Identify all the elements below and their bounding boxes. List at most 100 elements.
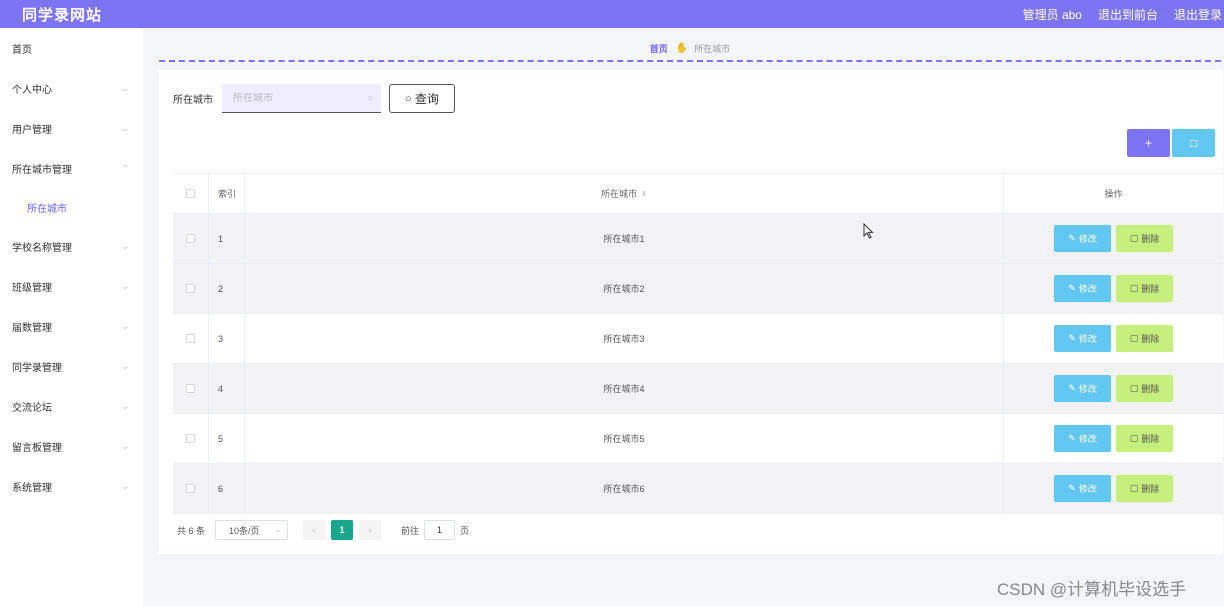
- row-checkbox[interactable]: [186, 484, 195, 493]
- row-actions: ✎ 修改 ▢ 删除: [1004, 414, 1223, 463]
- row-city: 所在城市5: [245, 414, 1004, 463]
- page-number-current[interactable]: 1: [331, 520, 354, 540]
- trash-icon: ▢: [1129, 283, 1139, 293]
- row-checkbox[interactable]: [186, 384, 195, 393]
- row-actions: ✎ 修改 ▢ 删除: [1004, 464, 1223, 513]
- edit-label: 修改: [1078, 384, 1097, 394]
- sort-icon[interactable]: ⇕: [641, 190, 647, 198]
- edit-icon: ✎: [1068, 433, 1076, 443]
- add-button[interactable]: +: [1127, 129, 1170, 157]
- delete-label: 删除: [1141, 484, 1160, 494]
- city-table: 索引 所在城市 ⇕ 操作 1 所在城市1 ✎ 修改 ▢ 删除 2 所在城市2 ✎ 修改…: [173, 173, 1223, 514]
- breadcrumb: 首页 ✋ 所在城市: [159, 36, 1221, 62]
- edit-button[interactable]: ✎ 修改: [1054, 275, 1111, 302]
- delete-label: 删除: [1141, 334, 1160, 344]
- logout-link[interactable]: 退出登录: [1174, 6, 1222, 23]
- sidebar-item-school-management[interactable]: 学校名称管理 ⌄: [0, 226, 143, 266]
- row-checkbox[interactable]: [186, 234, 195, 243]
- select-all-checkbox[interactable]: [186, 189, 195, 198]
- chevron-up-icon: ⌃: [120, 163, 132, 173]
- sidebar-item-personal-center[interactable]: 个人中心 ⌄: [0, 68, 143, 108]
- sidebar-item-classmates-management[interactable]: 同学录管理 ⌄: [0, 346, 143, 386]
- table-row: 2 所在城市2 ✎ 修改 ▢ 删除: [173, 264, 1223, 314]
- sidebar-item-label: 系统管理: [12, 482, 52, 494]
- back-to-front-link[interactable]: 退出到前台: [1098, 6, 1158, 23]
- sidebar-item-label: 同学录管理: [12, 362, 62, 374]
- search-icon: ○: [405, 92, 412, 105]
- delete-button[interactable]: ▢ 删除: [1116, 275, 1173, 302]
- row-checkbox-cell: [173, 314, 209, 363]
- sidebar-item-label: 学校名称管理: [12, 242, 72, 254]
- delete-label: 删除: [1141, 384, 1160, 394]
- chevron-down-icon: ⌄: [120, 83, 132, 93]
- sidebar-item-system-management[interactable]: 系统管理 ⌄: [0, 466, 143, 506]
- delete-button[interactable]: ▢ 删除: [1116, 225, 1173, 252]
- trash-icon: ▢: [1189, 137, 1198, 148]
- sidebar-item-forum[interactable]: 交流论坛 ⌄: [0, 386, 143, 426]
- row-checkbox[interactable]: [186, 334, 195, 343]
- row-city: 所在城市6: [245, 464, 1004, 513]
- row-checkbox-cell: [173, 264, 209, 313]
- sidebar-item-label: 留言板管理: [12, 442, 62, 454]
- batch-delete-button[interactable]: ▢: [1172, 129, 1215, 157]
- sidebar-item-label: 班级管理: [12, 282, 52, 294]
- query-button-label: 查询: [414, 92, 439, 106]
- chevron-down-icon: ⌄: [120, 321, 132, 331]
- page-size-select[interactable]: 10条/页 ⌄: [215, 520, 289, 540]
- header-city[interactable]: 所在城市 ⇕: [245, 174, 1004, 213]
- delete-button[interactable]: ▢ 删除: [1116, 375, 1173, 402]
- page-unit-label: 页: [460, 525, 470, 536]
- delete-button[interactable]: ▢ 删除: [1116, 425, 1173, 452]
- sidebar-item-city[interactable]: 所在城市: [0, 188, 143, 226]
- search-icon: ○: [367, 93, 373, 103]
- delete-button[interactable]: ▢ 删除: [1116, 475, 1173, 502]
- goto-page-input[interactable]: 1: [424, 520, 456, 540]
- row-checkbox-cell: [173, 414, 209, 463]
- row-index: 2: [209, 264, 245, 313]
- sidebar-item-label: 所在城市: [27, 203, 67, 215]
- chevron-down-icon: ⌄: [120, 441, 132, 451]
- edit-button[interactable]: ✎ 修改: [1054, 225, 1111, 252]
- admin-username: 管理员 abo: [1022, 7, 1082, 22]
- plus-icon: +: [1144, 136, 1152, 150]
- goto-label: 前往: [401, 525, 420, 536]
- chevron-down-icon: ⌄: [120, 361, 132, 371]
- edit-icon: ✎: [1068, 333, 1076, 343]
- sidebar-item-session-management[interactable]: 届数管理 ⌄: [0, 306, 143, 346]
- row-checkbox[interactable]: [186, 434, 195, 443]
- chevron-down-icon: ⌄: [275, 527, 282, 534]
- sidebar-item-user-management[interactable]: 用户管理 ⌄: [0, 108, 143, 148]
- sidebar-item-city-management[interactable]: 所在城市管理 ⌃: [0, 148, 143, 188]
- row-index: 4: [209, 364, 245, 413]
- row-index: 1: [209, 214, 245, 263]
- edit-button[interactable]: ✎ 修改: [1054, 375, 1111, 402]
- sidebar-item-class-management[interactable]: 班级管理 ⌄: [0, 266, 143, 306]
- query-button[interactable]: ○ 查询: [389, 84, 455, 113]
- trash-icon: ▢: [1129, 233, 1139, 243]
- next-page-button[interactable]: ›: [359, 520, 382, 540]
- chevron-down-icon: ⌄: [120, 241, 132, 251]
- sidebar-item-message-board[interactable]: 留言板管理 ⌄: [0, 426, 143, 466]
- table-row: 6 所在城市6 ✎ 修改 ▢ 删除: [173, 464, 1223, 514]
- breadcrumb-home[interactable]: 首页: [650, 42, 668, 55]
- search-input[interactable]: [233, 92, 353, 104]
- search-box: ○: [222, 84, 381, 113]
- chevron-right-icon: ›: [368, 525, 372, 535]
- page-jump: 前往 1 页: [401, 520, 469, 540]
- trash-icon: ▢: [1129, 383, 1139, 393]
- edit-button[interactable]: ✎ 修改: [1054, 475, 1111, 502]
- row-index: 6: [209, 464, 245, 513]
- edit-icon: ✎: [1068, 383, 1076, 393]
- sidebar-item-label: 届数管理: [12, 322, 52, 334]
- edit-button[interactable]: ✎ 修改: [1054, 325, 1111, 352]
- edit-label: 修改: [1078, 484, 1097, 494]
- delete-button[interactable]: ▢ 删除: [1116, 325, 1173, 352]
- sidebar-item-home[interactable]: 首页: [0, 28, 143, 68]
- prev-page-button[interactable]: ‹: [303, 520, 326, 540]
- row-city: 所在城市3: [245, 314, 1004, 363]
- row-actions: ✎ 修改 ▢ 删除: [1004, 364, 1223, 413]
- edit-button[interactable]: ✎ 修改: [1054, 425, 1111, 452]
- row-checkbox-cell: [173, 364, 209, 413]
- edit-label: 修改: [1078, 334, 1097, 344]
- row-checkbox[interactable]: [186, 284, 195, 293]
